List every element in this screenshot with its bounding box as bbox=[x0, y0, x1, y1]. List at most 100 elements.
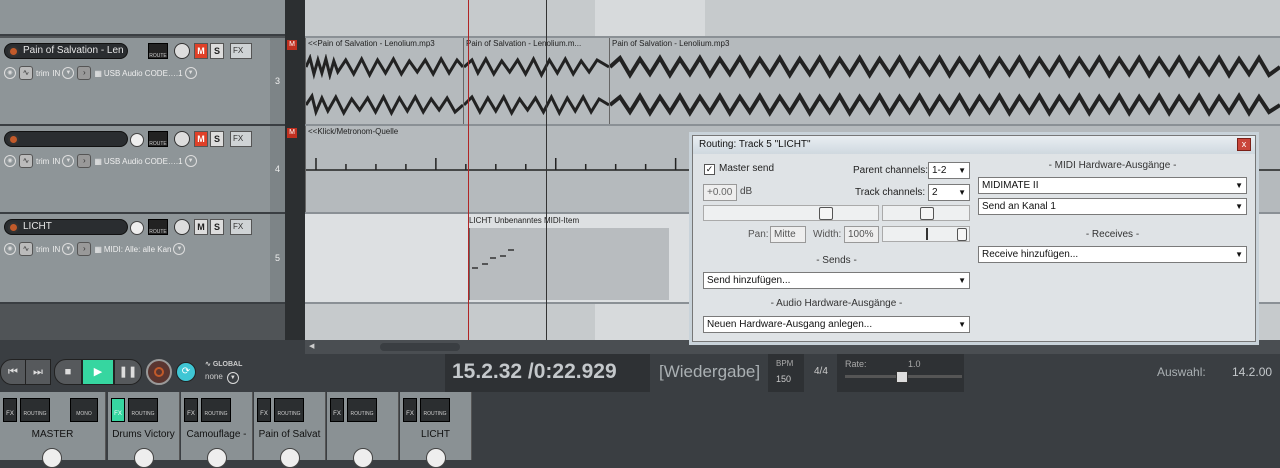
volume-knob[interactable] bbox=[42, 448, 62, 468]
fx-button[interactable]: FX bbox=[257, 398, 271, 422]
route-button[interactable]: ROUTE bbox=[148, 43, 168, 59]
routing-button[interactable]: ROUTING bbox=[20, 398, 50, 422]
media-item[interactable]: Pain of Salvation - Lenolium.m... bbox=[463, 38, 609, 124]
horizontal-scrollbar[interactable]: ◀ bbox=[305, 340, 1280, 354]
route-button[interactable]: ROUTE bbox=[148, 219, 168, 235]
repeat-icon[interactable]: ⟳ bbox=[176, 362, 196, 382]
routing-button[interactable]: ROUTING bbox=[420, 398, 450, 422]
track-5[interactable]: LICHT ROUTE M S FX ◉ ∿ trim IN ▼ › ▦ MIDI:… bbox=[0, 214, 285, 304]
receives-select[interactable]: Receive hinzufügen... ▼ bbox=[978, 246, 1247, 263]
mono-button[interactable]: MONO bbox=[70, 398, 98, 422]
midi-item[interactable] bbox=[469, 228, 669, 300]
goto-start-icon[interactable]: ⏮ bbox=[0, 359, 26, 385]
marker-m-icon[interactable]: M bbox=[287, 40, 297, 50]
volume-knob[interactable] bbox=[353, 448, 373, 468]
marker-m-icon[interactable]: M bbox=[287, 128, 297, 138]
input-device-selector[interactable]: ▦ USB Audio CODE….1 ▼ bbox=[94, 67, 197, 79]
edit-cursor[interactable] bbox=[468, 0, 469, 340]
phase-icon[interactable]: › bbox=[77, 154, 92, 168]
time-display[interactable]: 15.2.32 /0:22.929 bbox=[452, 360, 617, 384]
fx-button[interactable]: FX bbox=[230, 131, 252, 147]
mixer-strip[interactable]: FX ROUTING Pain of Salvat bbox=[254, 392, 326, 468]
volume-knob[interactable] bbox=[130, 221, 144, 235]
record-arm-button[interactable] bbox=[8, 46, 19, 57]
slider-thumb[interactable] bbox=[920, 207, 934, 220]
scroll-left-icon[interactable]: ◀ bbox=[309, 342, 317, 352]
fx-button[interactable]: FX bbox=[3, 398, 17, 422]
mixer-strip[interactable]: FX ROUTING bbox=[327, 392, 399, 468]
bpm-value[interactable]: 150 bbox=[776, 374, 791, 384]
input-selector[interactable]: IN ▼ bbox=[52, 67, 75, 79]
routing-button[interactable]: ROUTING bbox=[201, 398, 231, 422]
input-device-selector[interactable]: ▦ USB Audio CODE….1 ▼ bbox=[94, 155, 197, 167]
media-item[interactable]: <<Pain of Salvation - Lenolium.mp3 bbox=[305, 38, 463, 124]
stop-icon[interactable]: ■ bbox=[54, 359, 82, 385]
trim-label[interactable]: trim bbox=[36, 157, 49, 166]
track-3[interactable]: Pain of Salvation - Len ROUTE M S FX ◉ ∿… bbox=[0, 38, 285, 126]
width-slider[interactable] bbox=[882, 226, 970, 242]
fx-button[interactable]: FX bbox=[230, 43, 252, 59]
phase-icon[interactable]: › bbox=[77, 242, 92, 256]
play-icon[interactable]: ▶ bbox=[82, 359, 114, 385]
monitor-icon[interactable]: ◉ bbox=[4, 67, 16, 79]
slider-thumb[interactable] bbox=[819, 207, 833, 220]
fx-button[interactable]: FX bbox=[111, 398, 125, 422]
track-name-field[interactable]: LICHT bbox=[4, 219, 128, 235]
track-name-field[interactable] bbox=[4, 131, 128, 147]
trim-label[interactable]: trim bbox=[36, 245, 49, 254]
audio-hw-select[interactable]: Neuen Hardware-Ausgang anlegen... ▼ bbox=[703, 316, 970, 333]
mixer-strip-master[interactable]: FX ROUTING MONO MASTER bbox=[0, 392, 106, 468]
routing-button[interactable]: ROUTING bbox=[128, 398, 158, 422]
midi-channel-select[interactable]: Send an Kanal 1 ▼ bbox=[978, 198, 1247, 215]
fx-button[interactable]: FX bbox=[230, 219, 252, 235]
volume-knob[interactable] bbox=[130, 133, 144, 147]
fx-button[interactable]: FX bbox=[184, 398, 198, 422]
track-4[interactable]: ROUTE M S FX ◉ ∿ trim IN ▼ › ▦ USB Audio C… bbox=[0, 126, 285, 214]
selection-value[interactable]: 14.2.00 bbox=[1232, 365, 1272, 379]
volume-knob[interactable] bbox=[280, 448, 300, 468]
route-button[interactable]: ROUTE bbox=[148, 131, 168, 147]
track-name-field[interactable]: Pain of Salvation - Len bbox=[4, 43, 128, 59]
fx-button[interactable]: FX bbox=[330, 398, 344, 422]
mixer-strip[interactable]: FX ROUTING LICHT bbox=[400, 392, 472, 468]
mute-button[interactable]: M bbox=[194, 219, 208, 235]
mute-button[interactable]: M bbox=[194, 131, 208, 147]
close-icon[interactable]: x bbox=[1237, 138, 1251, 151]
solo-button[interactable]: S bbox=[210, 219, 224, 235]
input-selector[interactable]: IN ▼ bbox=[52, 155, 75, 167]
pan-field[interactable]: Mitte bbox=[770, 226, 806, 243]
envelope-icon[interactable]: ∿ bbox=[19, 154, 33, 168]
volume-field[interactable]: +0.00 bbox=[703, 184, 737, 201]
mixer-strip[interactable]: FX ROUTING Camouflage - bbox=[181, 392, 253, 468]
pan-knob[interactable] bbox=[174, 131, 190, 147]
input-selector[interactable]: IN ▼ bbox=[52, 243, 75, 255]
record-icon[interactable] bbox=[146, 359, 172, 385]
fx-button[interactable]: FX bbox=[403, 398, 417, 422]
master-send-checkbox[interactable]: ✓ bbox=[704, 164, 715, 175]
phase-icon[interactable]: › bbox=[77, 66, 92, 80]
pan-slider[interactable] bbox=[882, 205, 970, 221]
monitor-icon[interactable]: ◉ bbox=[4, 243, 16, 255]
routing-dialog[interactable]: Routing: Track 5 "LICHT" x ✓ Master send … bbox=[692, 135, 1256, 342]
routing-button[interactable]: ROUTING bbox=[347, 398, 377, 422]
goto-end-icon[interactable]: ⏭ bbox=[25, 359, 51, 385]
volume-knob[interactable] bbox=[207, 448, 227, 468]
volume-knob[interactable] bbox=[134, 448, 154, 468]
media-item[interactable]: Pain of Salvation - Lenolium.mp3 bbox=[609, 38, 1280, 124]
volume-knob[interactable] bbox=[426, 448, 446, 468]
automation-mode-select[interactable]: none ▼ bbox=[205, 372, 239, 384]
track-channels-select[interactable]: 2 ▼ bbox=[928, 184, 970, 201]
envelope-icon[interactable]: ∿ bbox=[19, 242, 33, 256]
rate-slider-thumb[interactable] bbox=[896, 371, 908, 383]
pause-icon[interactable]: ❚❚ bbox=[114, 359, 142, 385]
dialog-titlebar[interactable]: Routing: Track 5 "LICHT" x bbox=[693, 136, 1255, 154]
routing-button[interactable]: ROUTING bbox=[274, 398, 304, 422]
monitor-icon[interactable]: ◉ bbox=[4, 155, 16, 167]
record-arm-button[interactable] bbox=[8, 222, 19, 233]
pan-knob[interactable] bbox=[174, 43, 190, 59]
mixer-strip[interactable]: FX ROUTING Drums Victory bbox=[108, 392, 180, 468]
trim-label[interactable]: trim bbox=[36, 69, 49, 78]
solo-button[interactable]: S bbox=[210, 131, 224, 147]
midi-device-select[interactable]: MIDIMATE II ▼ bbox=[978, 177, 1247, 194]
parent-channels-select[interactable]: 1-2 ▼ bbox=[928, 162, 970, 179]
